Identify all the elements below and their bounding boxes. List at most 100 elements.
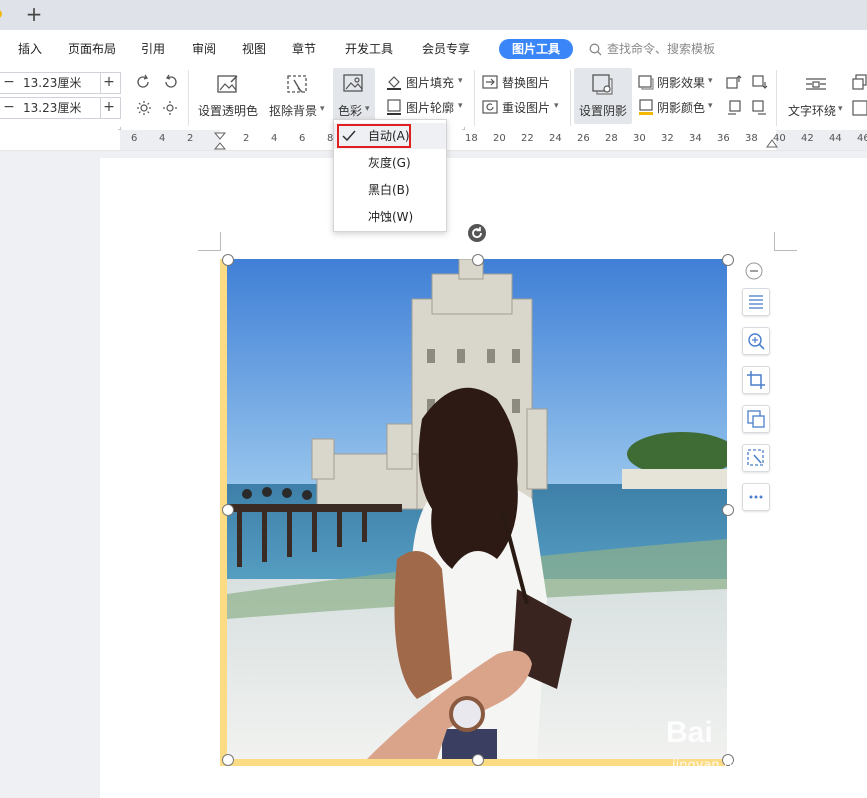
shadow-nudge-left-icon[interactable] (726, 100, 742, 116)
shadow-effect-label: 阴影效果 (657, 76, 706, 90)
ruler-tick: 34 (689, 133, 702, 144)
brightness-icon[interactable] (136, 100, 152, 116)
watermark-url: jingyan.baidu.com (672, 758, 792, 773)
reset-picture-label: 重设图片 (502, 101, 551, 115)
picture-fill-button[interactable]: 图片填充 ▾ (384, 72, 468, 92)
rotate-handle-icon[interactable] (467, 223, 487, 243)
zoom-picture-button[interactable] (742, 327, 770, 355)
ribbon-separator (188, 70, 189, 126)
height-field[interactable]: − 13.23厘米 + (0, 72, 121, 94)
ruler-tick: 6 (299, 133, 306, 144)
highlight-box (337, 124, 411, 148)
menu-bar: 插入 页面布局 引用 审阅 视图 章节 开发工具 会员专享 图片工具 查找命令、… (0, 30, 867, 66)
shadow-nudge-down-icon[interactable] (752, 74, 768, 90)
document-tab-icon[interactable] (0, 10, 2, 18)
tab-view[interactable]: 视图 (242, 30, 266, 66)
set-shadow-label: 设置阴影 (579, 104, 628, 118)
indent-marker-icon[interactable] (214, 132, 226, 150)
right-indent-marker-icon[interactable] (766, 138, 778, 148)
watermark-brand-suffix: 经验 (760, 726, 813, 756)
wrap-text-button[interactable]: 文字环绕 ▾ (784, 70, 848, 124)
tab-member[interactable]: 会员专享 (422, 30, 470, 66)
shadow-color-button[interactable]: 阴影颜色 ▾ (636, 97, 718, 117)
width-value[interactable]: 13.23厘米 (23, 98, 81, 118)
width-field[interactable]: − 13.23厘米 + (0, 97, 121, 119)
resize-handle-bottom[interactable] (472, 754, 484, 766)
color-grayscale-option[interactable]: 灰度(G) (334, 150, 446, 176)
shadow-color-label: 阴影颜色 (657, 101, 706, 115)
paint-bucket-icon (387, 76, 401, 90)
tab-picture-tools[interactable]: 图片工具 (499, 39, 573, 59)
layout-options-icon (749, 295, 763, 309)
resize-handle-right[interactable] (722, 504, 734, 516)
selected-picture[interactable] (227, 259, 727, 759)
set-shadow-button[interactable]: 设置阴影 (574, 68, 632, 124)
wrap-text-icon (806, 78, 826, 90)
search-placeholder: 查找命令、搜索模板 (607, 42, 716, 56)
chevron-down-icon: ▾ (838, 104, 843, 114)
picture-to-doc-button[interactable] (742, 405, 770, 433)
more-icon (749, 495, 763, 499)
color-button[interactable]: 色彩 ▾ (333, 68, 375, 124)
reset-picture-icon (482, 100, 498, 114)
tab-page-layout[interactable]: 页面布局 (68, 30, 116, 66)
ruler-tick: 30 (633, 133, 646, 144)
contrast-icon[interactable] (162, 100, 178, 116)
reset-picture-button[interactable]: 重设图片 ▾ (480, 97, 566, 117)
tab-developer[interactable]: 开发工具 (345, 30, 393, 66)
ruler-tick: 38 (745, 133, 758, 144)
ruler-tick: 36 (717, 133, 730, 144)
picture-fill-label: 图片填充 (406, 76, 455, 90)
remove-background-button[interactable]: 抠除背景 ▾ (266, 70, 330, 124)
color-washout-option[interactable]: 冲蚀(W) (334, 204, 446, 230)
shadow-effect-button[interactable]: 阴影效果 ▾ (636, 72, 718, 92)
ruler-tick: 2 (243, 133, 250, 144)
color-blackwhite-label: 黑白(B) (368, 183, 410, 197)
resize-handle-top-right[interactable] (722, 254, 734, 266)
resize-handle-top[interactable] (472, 254, 484, 266)
photo-woman-tower-image (227, 259, 727, 759)
ruler-margin-right (776, 130, 867, 150)
arrange-icon[interactable] (852, 74, 867, 90)
ruler-tick: 18 (465, 133, 478, 144)
rotate-right-icon[interactable] (162, 74, 178, 90)
shadow-nudge-right-icon[interactable] (752, 100, 768, 116)
height-increase-button[interactable]: + (100, 73, 117, 93)
color-washout-label: 冲蚀(W) (368, 210, 414, 224)
group-icon[interactable] (852, 100, 867, 116)
watermark-brand: Bai (666, 716, 713, 749)
set-transparent-button[interactable]: 设置透明色 (196, 70, 262, 124)
tab-review[interactable]: 审阅 (192, 30, 216, 66)
ribbon-separator (474, 70, 475, 126)
replace-picture-label: 替换图片 (502, 76, 551, 90)
tab-references[interactable]: 引用 (141, 30, 165, 66)
replace-picture-button[interactable]: 替换图片 (480, 72, 566, 92)
picture-edit-button[interactable] (742, 444, 770, 472)
layout-options-button[interactable] (742, 288, 770, 316)
shadow-color-icon (639, 99, 653, 115)
height-value[interactable]: 13.23厘米 (23, 73, 81, 93)
baidu-jingyan-watermark: Bai 经验 jingyan.baidu.com (664, 712, 824, 782)
collapse-toolbar-icon[interactable] (745, 262, 763, 280)
color-blackwhite-option[interactable]: 黑白(B) (334, 177, 446, 203)
ruler-tick: 32 (661, 133, 674, 144)
command-search[interactable]: 查找命令、搜索模板 (589, 38, 715, 60)
more-tools-button[interactable] (742, 483, 770, 511)
resize-handle-left[interactable] (222, 504, 234, 516)
tab-insert[interactable]: 插入 (18, 30, 42, 66)
tab-section[interactable]: 章节 (292, 30, 316, 66)
resize-handle-bottom-left[interactable] (222, 754, 234, 766)
remove-background-label: 抠除背景 (269, 104, 318, 118)
picture-outline-button[interactable]: 图片轮廓 ▾ (384, 97, 468, 117)
resize-handle-top-left[interactable] (222, 254, 234, 266)
rotate-left-icon[interactable] (136, 74, 152, 90)
chevron-down-icon: ▾ (365, 104, 370, 114)
width-increase-button[interactable]: + (100, 98, 117, 118)
margin-corner-mark (774, 232, 797, 251)
height-decrease-button[interactable]: − (1, 73, 17, 93)
crop-button[interactable] (742, 366, 770, 394)
new-tab-button[interactable]: + (24, 3, 44, 25)
shadow-nudge-up-icon[interactable] (726, 74, 742, 90)
tab-strip: + (0, 0, 867, 30)
width-decrease-button[interactable]: − (1, 98, 17, 118)
